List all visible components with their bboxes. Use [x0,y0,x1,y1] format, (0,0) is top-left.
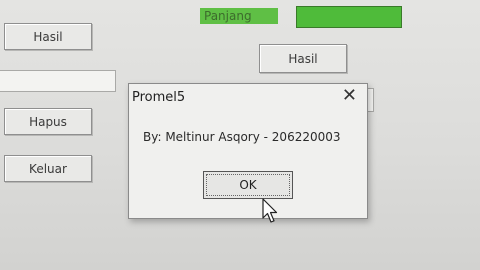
hasil-button-1-label: Hasil [33,29,63,44]
hapus-button-label: Hapus [29,114,67,129]
hapus-button[interactable]: Hapus [4,108,92,135]
keluar-button[interactable]: Keluar [4,155,92,182]
mouse-pointer-icon [262,198,278,223]
dialog-message: By: Meltinur Asqory - 206220003 [143,130,341,144]
hasil-button-2[interactable]: Hasil [259,44,347,73]
result-field[interactable] [0,70,116,92]
hasil-button-2-label: Hasil [288,51,318,66]
message-dialog: Promel5 ✕ By: Meltinur Asqory - 20622000… [128,83,368,219]
hasil-button-1[interactable]: Hasil [4,23,92,50]
panjang-label: Panjang [200,8,278,24]
dialog-title: Promel5 [132,90,186,105]
ok-button-focus: OK [206,174,290,196]
close-icon[interactable]: ✕ [342,86,357,106]
panjang-input[interactable] [296,6,402,28]
ok-button[interactable]: OK [203,171,293,199]
keluar-button-label: Keluar [29,161,67,176]
ok-button-label: OK [239,178,257,192]
